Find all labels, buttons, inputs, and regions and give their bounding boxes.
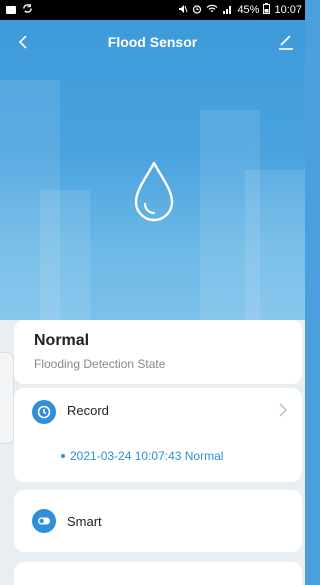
app-header: Flood Sensor [0,20,305,64]
chevron-left-icon [18,35,27,49]
status-bar: 45% 10:07 [0,0,305,20]
battery-percent: 45% [237,4,260,16]
background-building [245,170,305,320]
latest-record-entry[interactable]: 2021-03-24 10:07:43 Normal [70,449,223,463]
next-card-partial[interactable] [14,562,302,585]
edit-button[interactable] [275,30,297,52]
clock-icon [32,400,56,424]
water-drop-icon [132,160,176,224]
toggle-icon [32,509,56,533]
detection-state-value: Normal [34,332,90,349]
wifi-icon [206,4,218,17]
detection-state-card: Normal Flooding Detection State [14,320,302,384]
detection-state-label: Flooding Detection State [34,357,166,371]
alarm-icon [192,4,202,17]
background-building [40,190,90,320]
record-card[interactable]: Record 2021-03-24 10:07:43 Normal [14,388,302,482]
smart-label: Smart [67,514,102,529]
signal-icon [222,4,233,17]
record-label: Record [67,403,109,418]
chevron-right-icon [279,403,287,417]
battery-icon [263,3,271,17]
photo-notification-icon [6,6,16,14]
sync-icon [22,3,33,17]
pencil-icon [279,35,293,50]
side-panel-tab[interactable] [0,352,14,444]
mute-icon [178,4,188,17]
log-bullet [61,454,65,458]
smart-card[interactable]: Smart [14,490,302,552]
clock-time: 10:07 [274,4,302,16]
back-button[interactable] [14,30,36,54]
page-title: Flood Sensor [107,34,198,50]
